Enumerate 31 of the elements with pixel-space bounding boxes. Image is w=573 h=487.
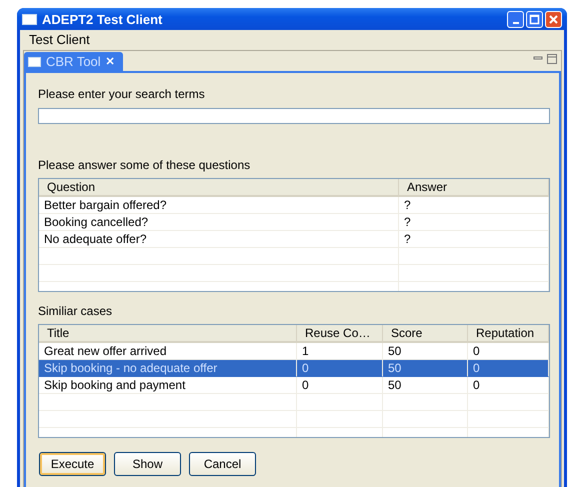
minimize-icon: [512, 22, 518, 24]
case-row[interactable]: Skip booking and payment 0 50 0: [39, 377, 549, 394]
table-cell[interactable]: ?: [404, 198, 411, 212]
menu-item[interactable]: Test Client: [26, 32, 93, 46]
close-icon[interactable]: ✕: [106, 55, 115, 68]
view-tab[interactable]: CBR Tool ✕: [24, 52, 123, 71]
column-header[interactable]: Score: [383, 325, 468, 341]
search-label: Please enter your search terms: [38, 87, 206, 103]
search-field[interactable]: [38, 108, 550, 124]
dialog-button[interactable]: Cancel: [189, 452, 256, 476]
maximize-button[interactable]: [526, 10, 543, 28]
column-header[interactable]: Answer: [399, 179, 549, 195]
table-cell: No adequate offer?: [44, 232, 147, 246]
column-header[interactable]: Title: [39, 325, 297, 341]
questions-label: Please answer some of these questions: [38, 158, 252, 174]
cases-label: Similiar cases: [38, 304, 114, 320]
column-header[interactable]: Question: [39, 179, 399, 195]
case-row[interactable]: Skip booking - no adequate offer 0 50 0: [39, 360, 549, 377]
table-cell: Booking cancelled?: [44, 215, 148, 229]
close-button[interactable]: [545, 10, 562, 28]
window-icon: [22, 14, 37, 24]
dialog-button[interactable]: Show: [114, 452, 181, 476]
table-cell[interactable]: ?: [404, 215, 411, 229]
dialog-button[interactable]: Execute: [39, 452, 106, 476]
maximize-icon[interactable]: [547, 54, 557, 64]
window-title: ADEPT2 Test Client: [42, 12, 164, 26]
table-cell: Better bargain offered?: [44, 198, 167, 212]
minimize-button[interactable]: [507, 10, 524, 28]
column-header[interactable]: Reuse Co…: [297, 325, 383, 341]
table-cell[interactable]: ?: [404, 232, 411, 246]
column-header[interactable]: Reputation: [468, 325, 549, 341]
